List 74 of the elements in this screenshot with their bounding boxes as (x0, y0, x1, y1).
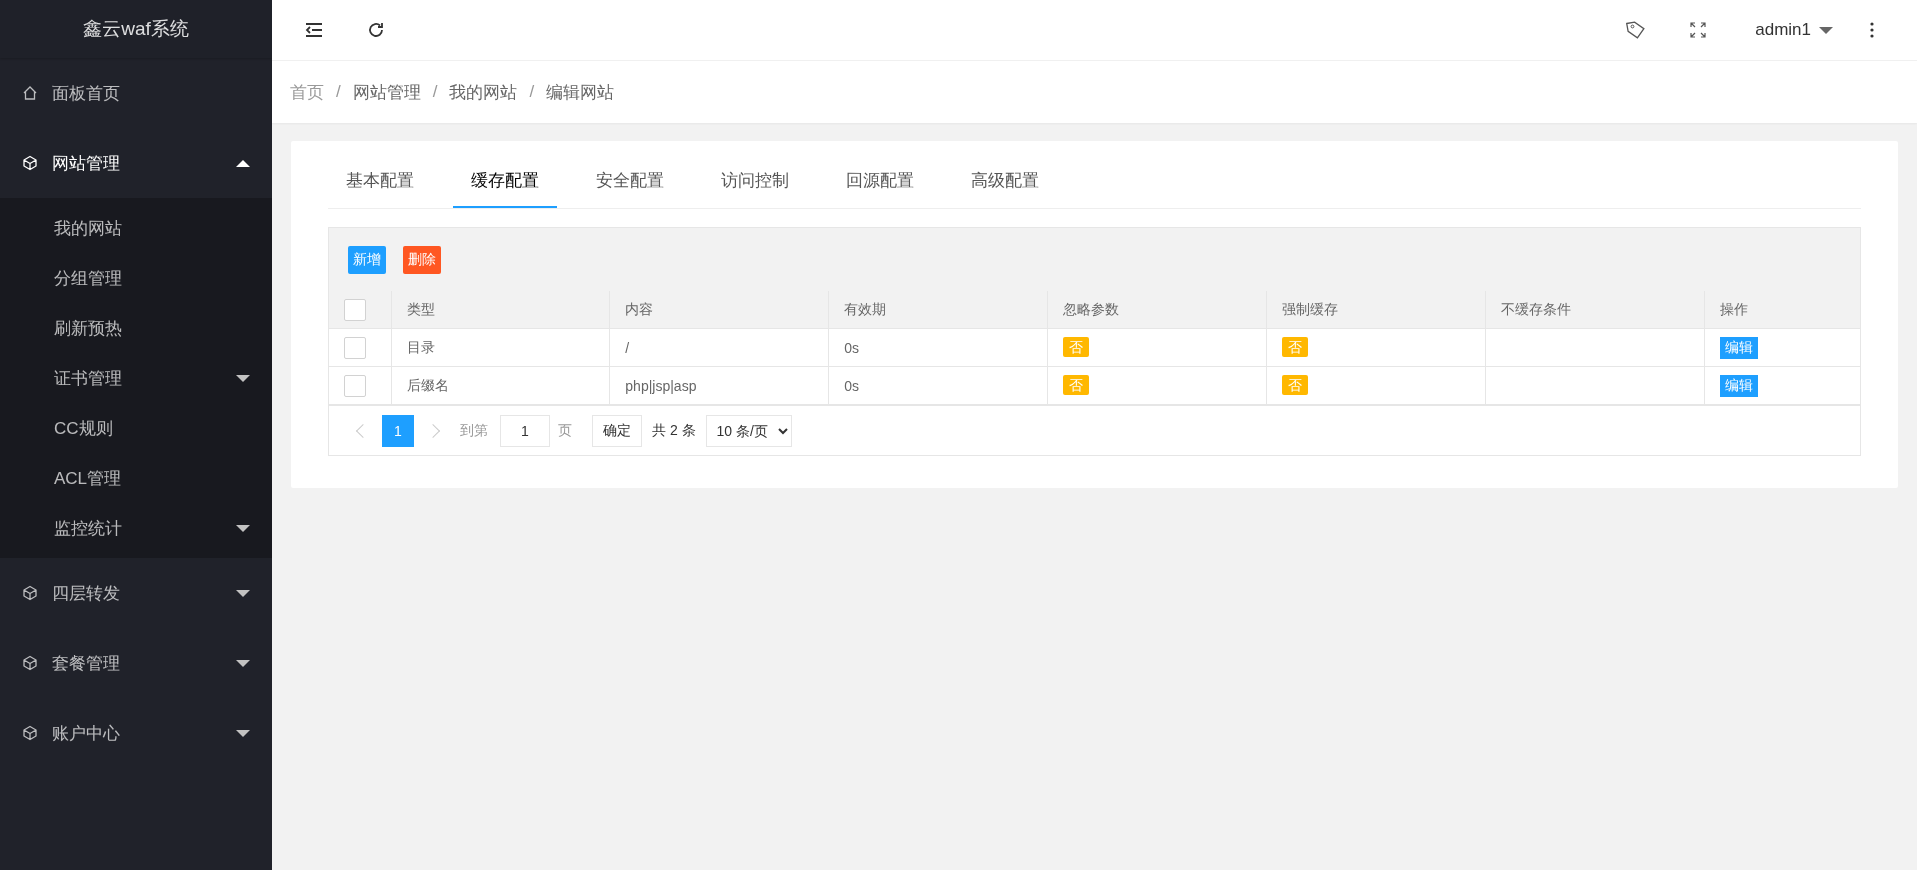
sidebar-item-label: 套餐管理 (52, 652, 120, 675)
status-tag: 否 (1063, 374, 1089, 395)
column-header: 忽略参数 (1047, 291, 1267, 329)
sidebar-subitem[interactable]: 我的网站 (0, 203, 272, 253)
sidebar-item-label: 网站管理 (52, 152, 120, 175)
sidebar-subitem-label: 监控统计 (54, 517, 122, 540)
checkbox[interactable] (344, 336, 366, 359)
sidebar-subitem[interactable]: 刷新预热 (0, 303, 272, 353)
table-cell: 0s (828, 366, 1048, 405)
cube-icon (22, 655, 38, 671)
table-cell: 目录 (391, 328, 610, 367)
status-tag: 否 (1281, 336, 1308, 357)
cube-icon (22, 725, 38, 741)
fullscreen-icon[interactable] (1689, 21, 1708, 39)
sidebar-item[interactable]: 四层转发 (0, 558, 272, 628)
tag-icon[interactable] (1625, 19, 1648, 41)
sidebar-item[interactable]: 面板首页 (0, 58, 272, 128)
checkbox[interactable] (344, 298, 366, 321)
breadcrumb-separator: / (432, 82, 438, 102)
confirm-button[interactable]: 确定 (592, 414, 642, 447)
table-cell: php|jsp|asp (609, 366, 829, 405)
more-icon[interactable] (1869, 21, 1875, 39)
tab[interactable]: 缓存配置 (453, 161, 557, 208)
status-tag: 否 (1063, 336, 1089, 357)
page-size-select[interactable]: 10 条/页 (705, 414, 792, 447)
page-input[interactable]: 1 (500, 414, 550, 447)
tab[interactable]: 基本配置 (328, 161, 432, 208)
column-header: 操作 (1704, 291, 1860, 329)
table-cell: / (609, 328, 829, 367)
refresh-button[interactable] (366, 20, 386, 40)
user-menu[interactable]: admin1 (1749, 19, 1839, 41)
column-header: 有效期 (828, 291, 1048, 329)
sidebar-subitem-label: 刷新预热 (54, 317, 122, 340)
collapse-menu-button[interactable] (304, 20, 324, 40)
sidebar-subitem-label: ACL管理 (54, 467, 122, 490)
column-header: 强制缓存 (1266, 291, 1486, 329)
sidebar-subitem[interactable]: 分组管理 (0, 253, 272, 303)
status-tag: 否 (1281, 374, 1308, 395)
sidebar-item-label: 面板首页 (52, 82, 120, 105)
tab[interactable]: 回源配置 (828, 161, 932, 208)
sidebar-item-label: 四层转发 (52, 582, 120, 605)
sidebar-subitem-label: 证书管理 (54, 367, 122, 390)
app-logo: 鑫云waf系统 (0, 0, 272, 58)
sidebar-item[interactable]: 套餐管理 (0, 628, 272, 698)
sidebar-subitem[interactable]: 证书管理 (0, 353, 272, 403)
sidebar-subitem[interactable]: 监控统计 (0, 503, 272, 553)
column-header: 不缓存条件 (1485, 291, 1704, 329)
page-label: 页 (558, 421, 572, 440)
breadcrumb-separator: / (529, 82, 535, 102)
cube-icon (22, 155, 38, 171)
sidebar-item-label: 账户中心 (52, 722, 120, 745)
breadcrumb-link[interactable]: 编辑网站 (546, 80, 615, 104)
sidebar-subitem-label: CC规则 (54, 417, 113, 440)
table-cell: 后缀名 (391, 366, 610, 405)
table-cell: 0s (828, 328, 1048, 367)
column-header: 类型 (391, 291, 610, 329)
sidebar-subitem-label: 分组管理 (54, 267, 122, 290)
sidebar-item[interactable]: 网站管理 (0, 128, 272, 198)
sidebar-item[interactable]: 账户中心 (0, 698, 272, 768)
tab[interactable]: 高级配置 (953, 161, 1057, 208)
goto-label: 到第 (460, 421, 488, 440)
column-header: 内容 (609, 291, 829, 329)
breadcrumb-separator: / (336, 82, 341, 102)
sidebar-subitem[interactable]: ACL管理 (0, 453, 272, 503)
tab[interactable]: 访问控制 (703, 161, 807, 208)
breadcrumb-link[interactable]: 我的网站 (449, 80, 518, 104)
breadcrumb-link[interactable]: 网站管理 (352, 80, 421, 104)
checkbox[interactable] (344, 374, 366, 397)
tab[interactable]: 安全配置 (578, 161, 682, 208)
total-count: 共 2 条 (652, 421, 696, 440)
cube-icon (22, 585, 38, 601)
sidebar-subitem[interactable]: CC规则 (0, 403, 272, 453)
sidebar-subitem-label: 我的网站 (54, 217, 122, 240)
home-icon (22, 85, 38, 101)
